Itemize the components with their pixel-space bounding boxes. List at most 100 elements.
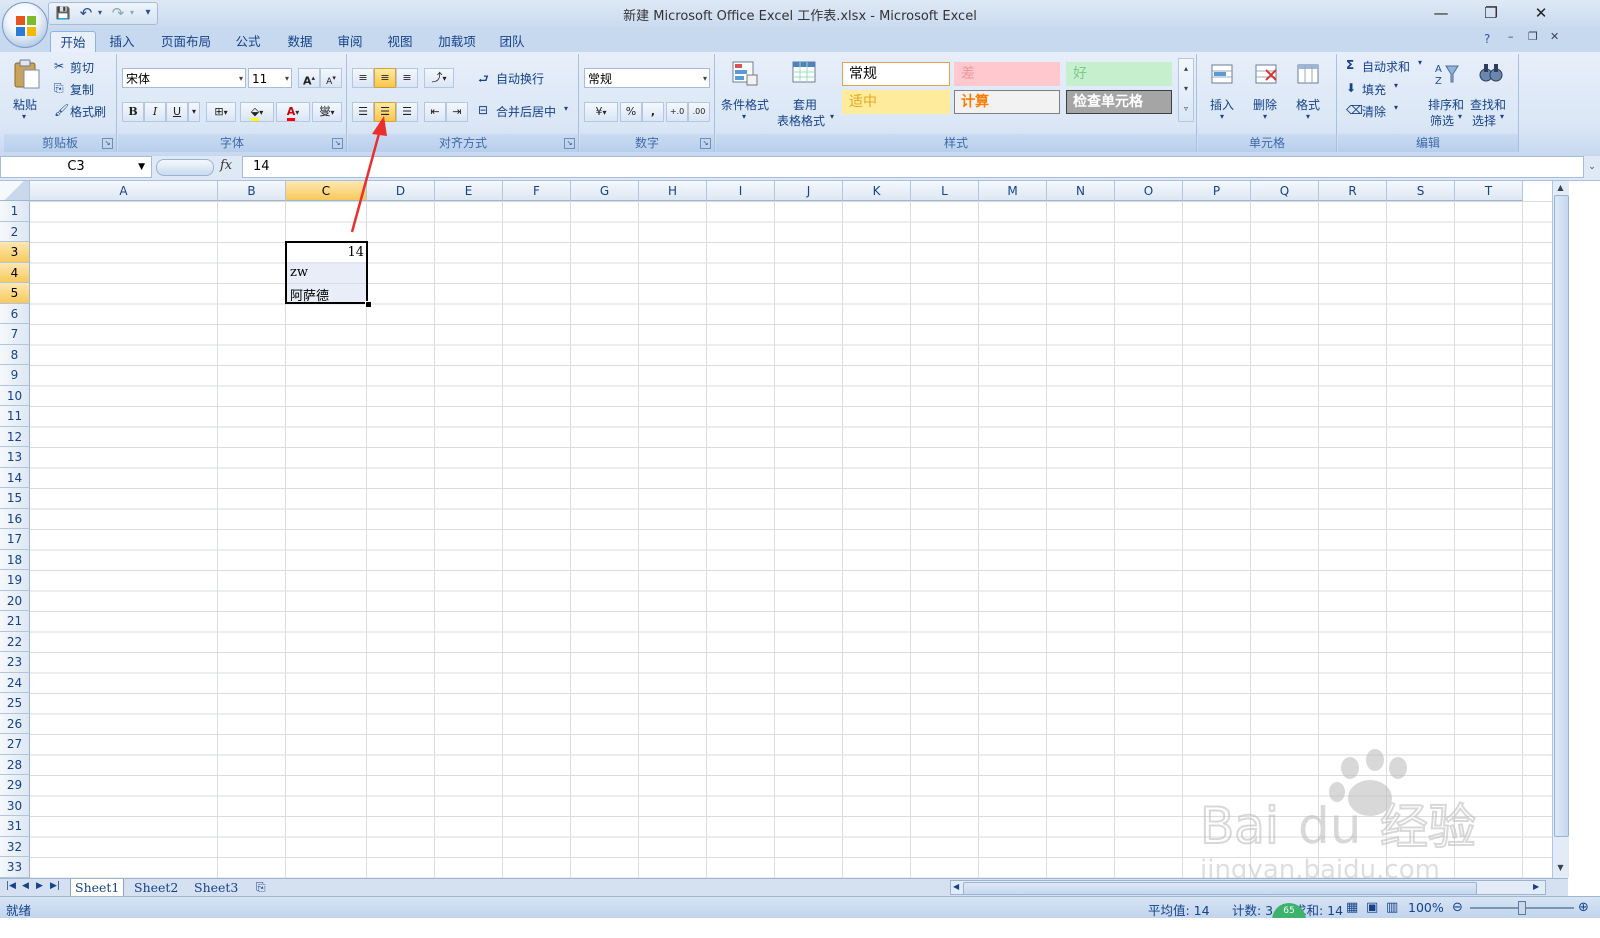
paste-dropdown-icon[interactable]: ▾ (22, 112, 26, 121)
sort-filter-dropdown-icon[interactable]: ▾ (1458, 112, 1462, 121)
expand-formula-bar-icon[interactable]: ⌄ (1586, 158, 1598, 176)
minimize-button[interactable]: — (1418, 0, 1464, 26)
row-header-20[interactable]: 20 (0, 590, 30, 611)
column-header-t[interactable]: T (1455, 181, 1523, 201)
cut-button[interactable]: 剪切 (70, 59, 94, 76)
find-select-label-1[interactable]: 查找和 (1470, 96, 1506, 113)
clear-icon[interactable]: ⌫ (1346, 103, 1363, 117)
column-header-i[interactable]: I (707, 181, 775, 201)
column-header-f[interactable]: F (503, 181, 571, 201)
row-header-9[interactable]: 9 (0, 365, 30, 386)
row-header-31[interactable]: 31 (0, 816, 30, 837)
align-top-button[interactable]: ≡ (352, 68, 374, 88)
zoom-level[interactable]: 100% (1408, 900, 1444, 915)
column-header-h[interactable]: H (639, 181, 707, 201)
row-header-19[interactable]: 19 (0, 570, 30, 591)
last-sheet-icon[interactable]: ▶| (50, 881, 60, 891)
row-header-8[interactable]: 8 (0, 344, 30, 365)
format-dropdown-icon[interactable]: ▾ (1306, 112, 1310, 121)
clear-dropdown-icon[interactable]: ▾ (1394, 103, 1398, 112)
help-icon[interactable]: ? (1484, 32, 1490, 46)
font-name-combo[interactable]: 宋体 ▾ (122, 68, 246, 88)
find-select-button[interactable]: 选择 (1472, 112, 1496, 129)
alignment-launcher-icon[interactable]: ↘ (564, 138, 575, 149)
vertical-scroll-thumb[interactable] (1554, 195, 1569, 837)
row-header-24[interactable]: 24 (0, 672, 30, 693)
format-button[interactable]: 格式 (1296, 96, 1320, 113)
fill-button[interactable]: 填充 (1362, 81, 1386, 98)
cell-c5[interactable]: 阿萨德 (290, 285, 329, 304)
tab-insert[interactable]: 插入 (104, 31, 140, 52)
row-header-21[interactable]: 21 (0, 611, 30, 632)
column-header-m[interactable]: M (979, 181, 1047, 201)
insert-cells-icon[interactable] (1210, 62, 1236, 86)
number-format-combo[interactable]: 常规 ▾ (584, 68, 710, 88)
style-bad[interactable]: 差 (954, 62, 1060, 86)
merge-center-icon[interactable]: ⊟ (478, 103, 488, 117)
styles-gallery-scroll[interactable]: ▴ ▾ ▿ (1178, 58, 1194, 122)
next-sheet-icon[interactable]: ▶ (36, 881, 43, 891)
page-break-view-icon[interactable]: ▥ (1386, 900, 1398, 915)
insert-sheet-icon[interactable]: ⎘ (256, 880, 266, 895)
style-good[interactable]: 好 (1066, 62, 1172, 86)
cell-c4[interactable]: zw (290, 265, 308, 280)
prev-sheet-icon[interactable]: ◀ (22, 881, 29, 891)
zoom-slider-thumb[interactable] (1518, 901, 1526, 915)
zoom-in-icon[interactable]: ⊕ (1578, 900, 1589, 915)
grow-font-button[interactable]: A▴ (298, 68, 320, 88)
font-size-combo[interactable]: 11 ▾ (248, 68, 292, 88)
tab-formulas[interactable]: 公式 (230, 31, 266, 52)
find-select-dropdown-icon[interactable]: ▾ (1500, 112, 1504, 121)
row-header-25[interactable]: 25 (0, 693, 30, 714)
font-color-button[interactable]: A▾ (276, 102, 310, 122)
underline-button[interactable]: U (166, 102, 188, 122)
scroll-left-icon[interactable]: ◀ (953, 882, 959, 891)
row-header-33[interactable]: 33 (0, 857, 30, 878)
row-header-3[interactable]: 3 (0, 242, 30, 263)
orientation-button[interactable]: ⤴▾ (424, 68, 454, 88)
row-header-17[interactable]: 17 (0, 529, 30, 550)
row-header-4[interactable]: 4 (0, 262, 30, 283)
cell-c3[interactable]: 14 (290, 245, 364, 260)
row-header-22[interactable]: 22 (0, 631, 30, 652)
align-bottom-button[interactable]: ≡ (396, 68, 418, 88)
style-check-cell[interactable]: 检查单元格 (1066, 90, 1172, 114)
column-header-g[interactable]: G (571, 181, 639, 201)
clear-button[interactable]: 清除 (1362, 103, 1386, 120)
sheet-tab-1[interactable]: Sheet1 (70, 879, 125, 897)
tab-review[interactable]: 审阅 (332, 31, 368, 52)
paste-button[interactable]: 粘贴 (13, 96, 37, 113)
italic-button[interactable]: I (144, 102, 166, 122)
ribbon-restore-icon[interactable]: ❐ (1528, 30, 1538, 43)
row-header-12[interactable]: 12 (0, 426, 30, 447)
clipboard-launcher-icon[interactable]: ↘ (102, 138, 113, 149)
conditional-format-dropdown-icon[interactable]: ▾ (742, 112, 746, 121)
tab-team[interactable]: 团队 (494, 31, 530, 52)
increase-decimal-button[interactable]: +.0 (666, 102, 688, 122)
percent-button[interactable]: % (620, 102, 642, 122)
page-layout-view-icon[interactable]: ▣ (1366, 900, 1378, 915)
row-header-16[interactable]: 16 (0, 508, 30, 529)
row-header-7[interactable]: 7 (0, 324, 30, 345)
row-header-28[interactable]: 28 (0, 754, 30, 775)
column-header-n[interactable]: N (1047, 181, 1115, 201)
row-header-14[interactable]: 14 (0, 467, 30, 488)
row-header-32[interactable]: 32 (0, 836, 30, 857)
tab-data[interactable]: 数据 (282, 31, 318, 52)
column-header-k[interactable]: K (843, 181, 911, 201)
row-header-18[interactable]: 18 (0, 549, 30, 570)
sort-filter-label-1[interactable]: 排序和 (1428, 96, 1464, 113)
autosum-dropdown-icon[interactable]: ▾ (1418, 58, 1422, 67)
row-header-11[interactable]: 11 (0, 406, 30, 427)
row-header-26[interactable]: 26 (0, 713, 30, 734)
autosum-button[interactable]: 自动求和 (1362, 58, 1410, 75)
insert-button[interactable]: 插入 (1210, 96, 1234, 113)
row-header-1[interactable]: 1 (0, 201, 30, 222)
scroll-up-icon[interactable]: ▲ (1554, 183, 1567, 193)
column-header-o[interactable]: O (1115, 181, 1183, 201)
find-select-icon[interactable] (1478, 60, 1504, 86)
delete-cells-icon[interactable] (1254, 62, 1280, 86)
tab-view[interactable]: 视图 (382, 31, 418, 52)
row-header-23[interactable]: 23 (0, 652, 30, 673)
style-normal[interactable]: 常规 (842, 62, 950, 86)
